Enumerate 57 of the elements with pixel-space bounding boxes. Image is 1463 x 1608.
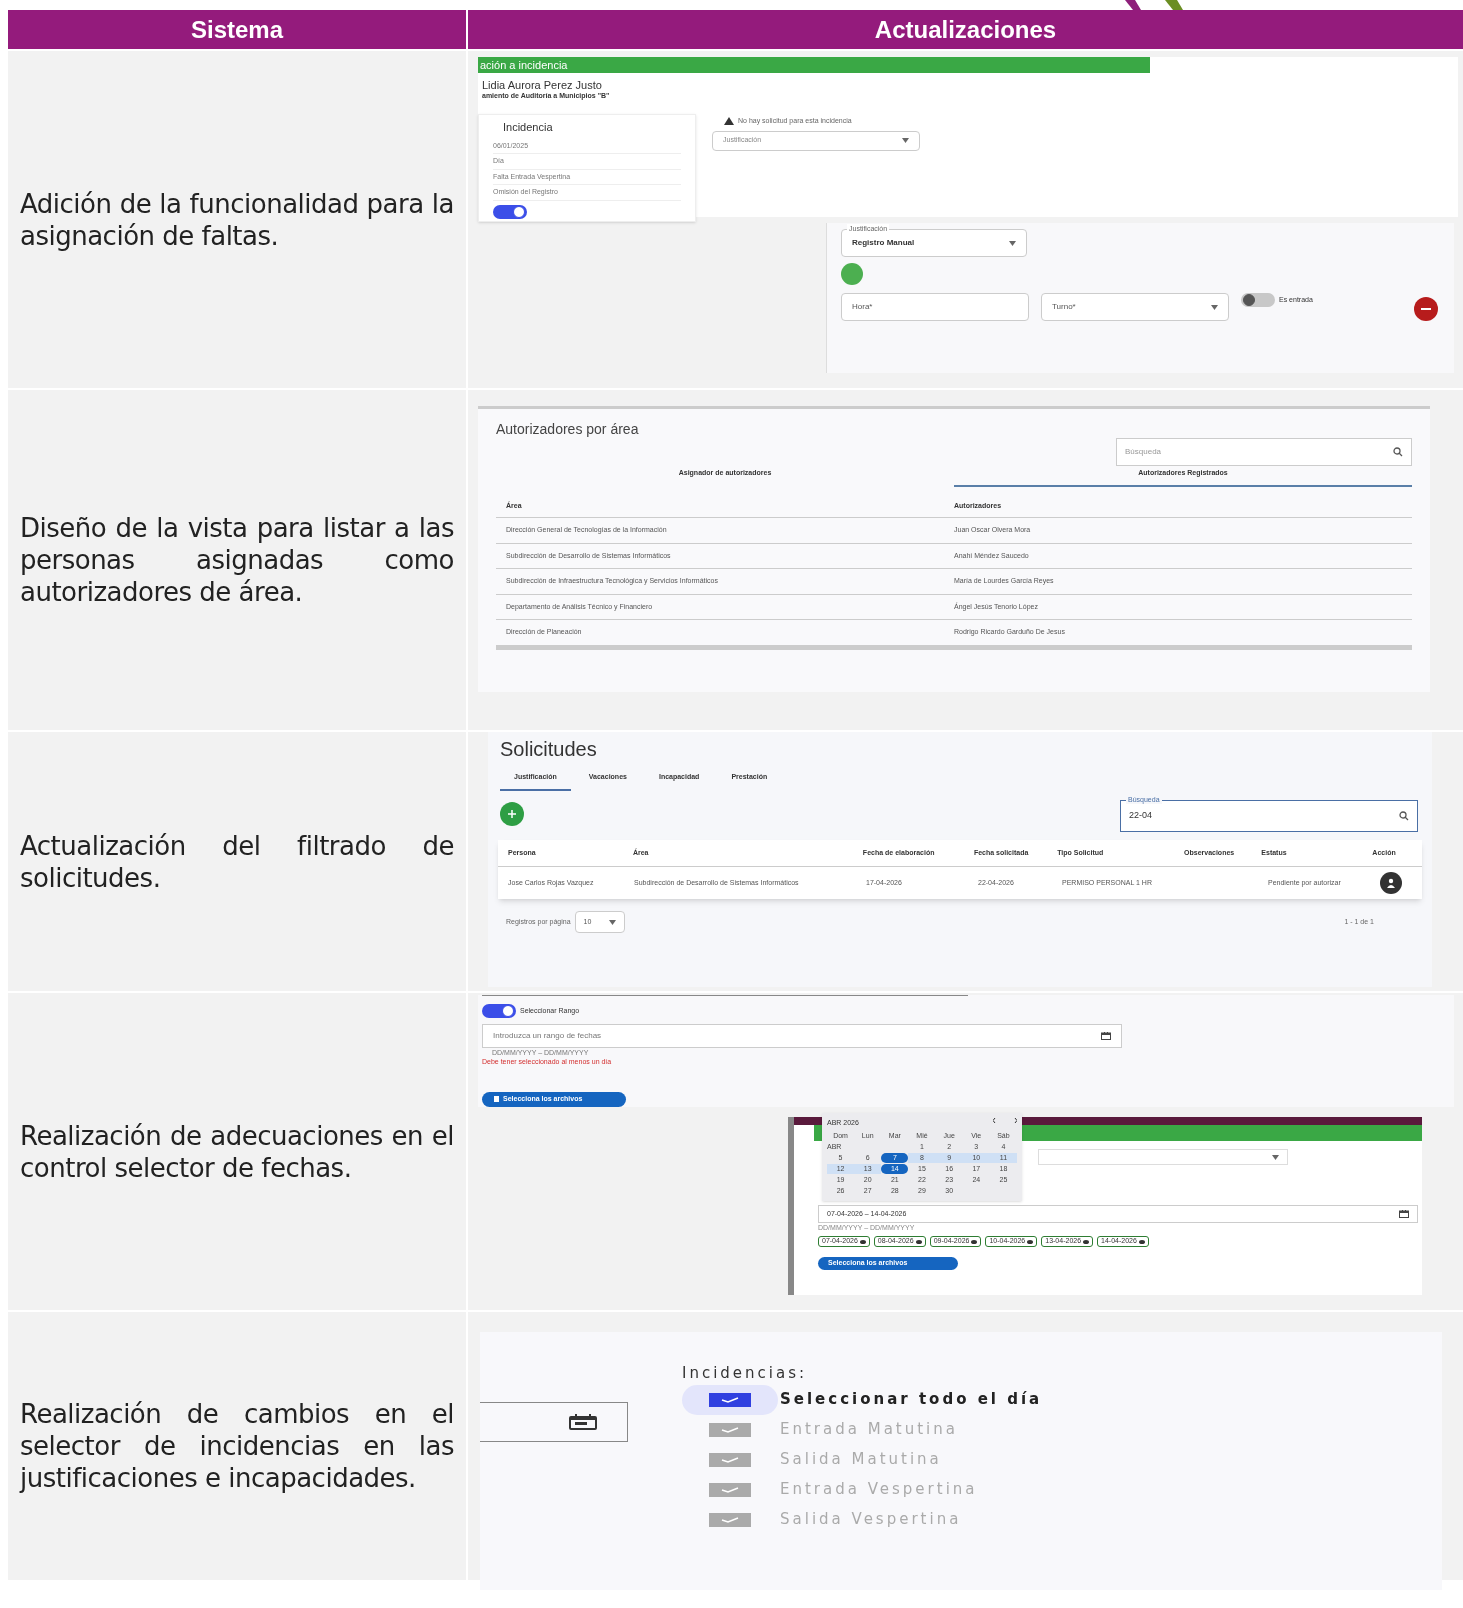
eye-icon [1083,1239,1090,1244]
toggle-switch[interactable] [482,1003,516,1018]
select-field[interactable] [1038,1149,1288,1165]
option-label: Entrada Matutina [780,1419,958,1441]
card-title: Incidencia [502,120,554,135]
column-header: Actualizaciones [873,14,1058,45]
action-button[interactable] [1380,872,1402,894]
checkbox[interactable] [709,1392,751,1407]
description-text: Diseño de la vista para listar a las personas asignadas como autorizadores de área. [20,512,454,608]
option-label: Salida Vespertina [780,1509,962,1531]
description-text: Actualización del filtrado de solicitudes. [20,829,454,894]
description-text: Realización de adecuaciones en el control selector de fechas. [20,1119,454,1184]
person-name: Lidia Aurora Perez Justo [482,79,603,91]
toggle-switch[interactable] [493,204,527,219]
caret-icon [1211,304,1218,310]
panel-title: Solicitudes [500,737,598,762]
caret-icon [1272,1154,1279,1160]
add-button[interactable] [500,801,524,826]
minus-icon [1421,308,1431,310]
toggle-switch[interactable] [1241,293,1275,307]
plus-icon [508,809,516,818]
eye-icon [859,1239,866,1244]
search-icon [1399,810,1409,821]
date-range-field[interactable]: Introduzca un rango de fechas [482,1023,1122,1048]
remove-button[interactable] [1414,297,1438,321]
caret-icon [902,138,909,143]
upload-icon [494,1096,499,1103]
option-label: Salida Matutina [780,1449,942,1471]
date-field[interactable] [480,1402,628,1442]
title-bar: ación a incidencia [478,57,1150,73]
check-icon [721,1516,739,1523]
calendar-icon [1399,1210,1409,1218]
hour-field[interactable]: Hora* [841,293,1029,321]
check-icon [721,1426,739,1433]
search-icon [1393,447,1403,457]
description-text: Adición de la funcionalidad para la asignación de faltas. [20,187,454,252]
caret-icon [1009,240,1016,246]
caret-icon [608,919,616,925]
eye-icon [1138,1239,1145,1244]
warning-icon [724,117,734,126]
chevrons-icon [993,1118,1017,1123]
description-text: Realización de cambios en el selector de incidencias en las justificaciones e incapacidades. [20,1398,454,1494]
check-icon [721,1456,739,1463]
check-icon [721,1396,739,1403]
eye-icon [1027,1239,1034,1244]
shift-select[interactable]: Turno* [1041,293,1229,321]
calendar-icon [1101,1031,1111,1040]
option-label: Seleccionar todo el día [780,1389,1043,1411]
add-button[interactable] [841,263,863,285]
eye-icon [915,1239,922,1244]
calendar-icon [569,1414,597,1430]
option-label: Entrada Vespertina [780,1479,978,1501]
panel-title: Autorizadores por área [496,420,640,439]
check-icon [721,1486,739,1493]
eye-icon [971,1239,978,1244]
section-title: Incidencias: [682,1363,809,1384]
person-icon [1386,878,1396,888]
